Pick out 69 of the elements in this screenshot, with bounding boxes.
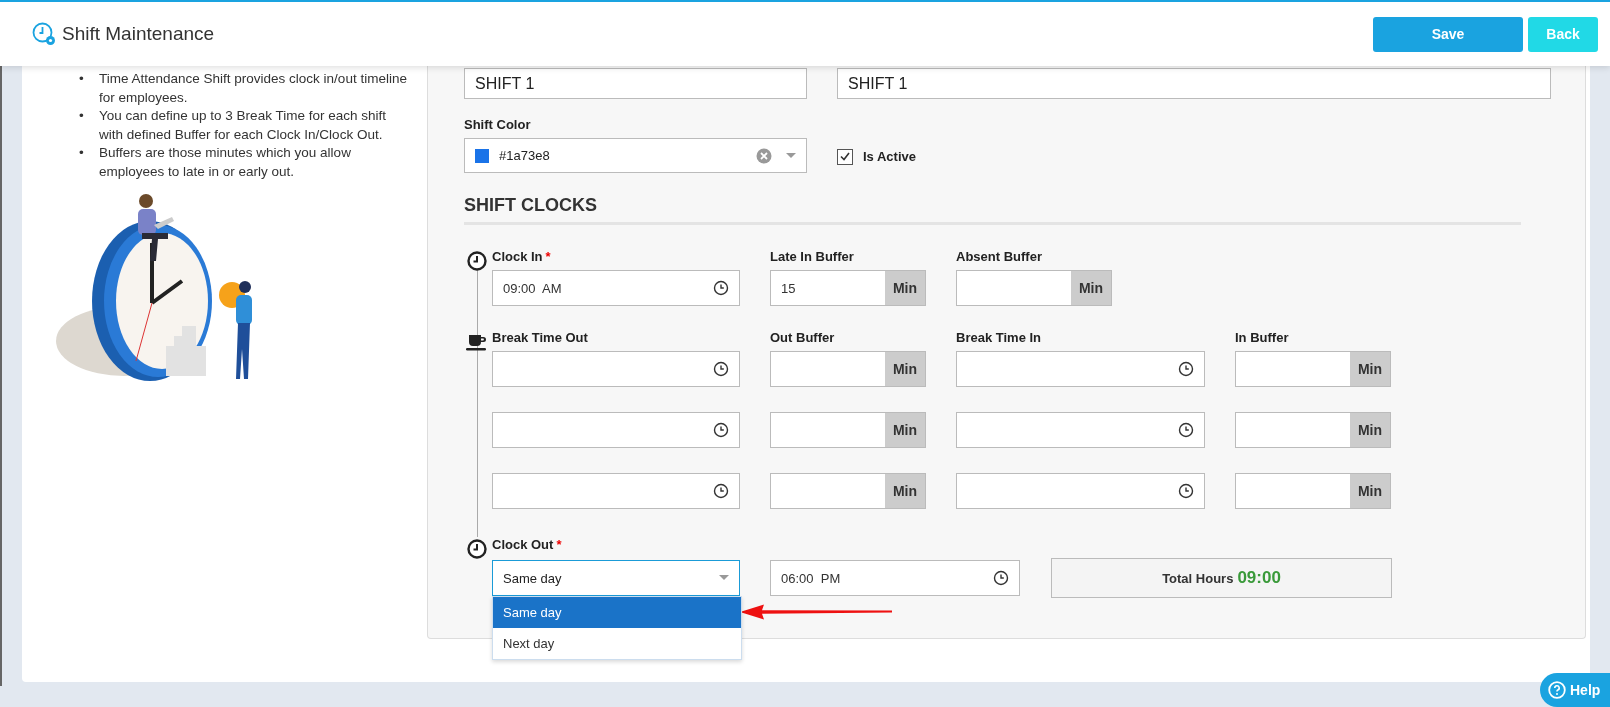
info-bullet: You can define up to 3 Break Time for each shift with defined Buffer for each Clock In/Clock Out. bbox=[99, 107, 387, 144]
clock-icon bbox=[467, 251, 487, 271]
help-icon bbox=[1548, 681, 1566, 699]
name-field[interactable]: SHIFT 1 bbox=[464, 68, 807, 99]
unit-addon: Min bbox=[1350, 413, 1390, 447]
clock-icon[interactable] bbox=[1178, 361, 1194, 377]
field-label: Clock Out * bbox=[492, 537, 563, 552]
clock-icon bbox=[467, 539, 487, 559]
buffer-field[interactable]: Min bbox=[770, 412, 926, 448]
field-value: 15 bbox=[780, 280, 797, 296]
field-label: Absent Buffer bbox=[956, 249, 1043, 264]
info-bullet: Time Attendance Shift provides clock in/out timeline for employees. bbox=[99, 70, 408, 107]
dropdown-option[interactable]: Same day bbox=[493, 597, 741, 628]
bullet-marker: • bbox=[79, 107, 85, 125]
caret-icon[interactable] bbox=[719, 575, 729, 581]
unit-addon: Min bbox=[885, 474, 925, 508]
buffer-field[interactable]: Min bbox=[1235, 412, 1391, 448]
checkbox-label: Is Active bbox=[863, 149, 916, 164]
clock-icon[interactable] bbox=[993, 570, 1009, 586]
coffee-cup-icon bbox=[466, 332, 488, 352]
info-bullet: Buffers are those minutes which you allow employees to late in or early out. bbox=[99, 144, 352, 181]
select-value: Same day bbox=[503, 570, 563, 586]
clock-icon[interactable] bbox=[713, 280, 729, 296]
buffer-field[interactable]: 15 Min bbox=[770, 270, 926, 306]
time-field[interactable] bbox=[956, 473, 1205, 509]
time-field[interactable] bbox=[492, 473, 740, 509]
select-value: #1a73e8 bbox=[499, 148, 551, 163]
field-label: Out Buffer bbox=[770, 330, 836, 345]
unit-addon: Min bbox=[1350, 352, 1390, 386]
buffer-field[interactable]: Min bbox=[956, 270, 1112, 306]
name-field[interactable]: SHIFT 1 bbox=[837, 68, 1551, 99]
total-hours-value: 09:00 bbox=[1237, 568, 1281, 588]
bullet-marker: • bbox=[79, 70, 85, 88]
time-field[interactable] bbox=[492, 351, 740, 387]
section-title: SHIFT CLOCKS bbox=[464, 195, 1521, 225]
unit-addon: Min bbox=[885, 352, 925, 386]
checkbox[interactable] bbox=[837, 148, 853, 165]
dropdown-option[interactable]: Next day bbox=[493, 628, 741, 659]
time-field[interactable]: 06:00 PM bbox=[770, 560, 1020, 596]
color-select[interactable]: #1a73e8 bbox=[464, 138, 807, 173]
field-label: Shift Color bbox=[464, 117, 532, 132]
buffer-field[interactable]: Min bbox=[770, 351, 926, 387]
buffer-field[interactable]: Min bbox=[1235, 473, 1391, 509]
field-label: Break Time In bbox=[956, 330, 1043, 345]
clock-icon[interactable] bbox=[713, 361, 729, 377]
caret-icon[interactable] bbox=[786, 152, 796, 159]
field-label: Late In Buffer bbox=[770, 249, 855, 264]
buffer-field[interactable]: Min bbox=[770, 473, 926, 509]
clear-icon[interactable] bbox=[756, 147, 772, 164]
unit-addon: Min bbox=[885, 271, 925, 305]
time-field[interactable] bbox=[956, 351, 1205, 387]
clock-icon[interactable] bbox=[713, 422, 729, 438]
field-label: In Buffer bbox=[1235, 330, 1290, 345]
field-label: Clock In * bbox=[492, 249, 552, 264]
clock-icon[interactable] bbox=[1178, 483, 1194, 499]
bullet-marker: • bbox=[79, 144, 85, 162]
time-field[interactable] bbox=[956, 412, 1205, 448]
clock-icon[interactable] bbox=[1178, 422, 1194, 438]
field-label: Break Time Out bbox=[492, 330, 589, 345]
unit-addon: Min bbox=[1071, 271, 1111, 305]
clock-settings-icon bbox=[32, 22, 56, 46]
unit-addon: Min bbox=[1350, 474, 1390, 508]
buffer-field[interactable]: Min bbox=[1235, 351, 1391, 387]
total-hours-label: Total Hours bbox=[1162, 570, 1234, 586]
unit-addon: Min bbox=[885, 413, 925, 447]
page-title: Shift Maintenance bbox=[62, 23, 215, 45]
clock-icon[interactable] bbox=[713, 483, 729, 499]
time-field[interactable]: 09:00 AM bbox=[492, 270, 740, 306]
time-field[interactable] bbox=[492, 412, 740, 448]
